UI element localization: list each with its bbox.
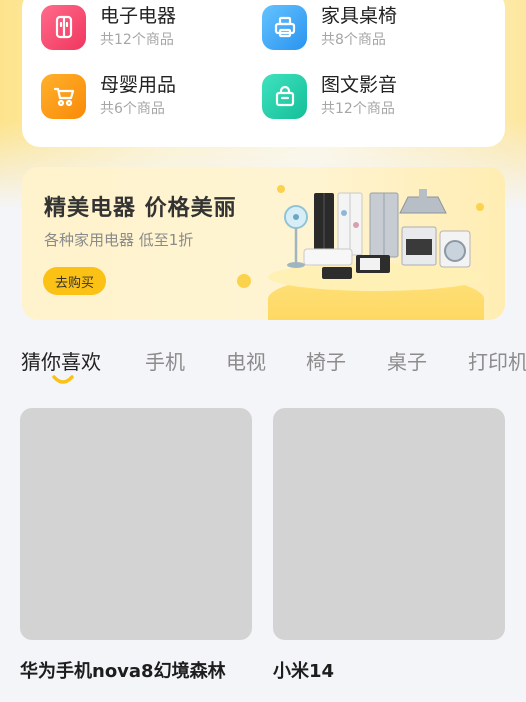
tab-phones[interactable]: 手机 [145,346,185,375]
category-name: 母婴用品 [100,74,177,96]
tab-chairs[interactable]: 椅子 [306,346,346,375]
product-name: 小米14 [273,661,335,682]
category-furniture[interactable]: 家具桌椅 共8个商品 [262,4,397,50]
promo-banner[interactable]: 精美电器 价格美丽 各种家用电器 低至1折 去购买 [22,167,505,320]
category-name: 电子电器 [100,5,177,27]
fridge-icon [41,4,86,50]
product-card[interactable]: 小米14 [273,408,505,683]
category-card: 电子电器 共12个商品 家具桌椅 共8个商品 母婴用品 共6个商品 图文影音 共… [22,0,505,147]
product-card[interactable]: 华为手机nova8幻境森林 [20,408,252,683]
printer-icon [262,4,307,50]
banner-subtitle: 各种家用电器 低至1折 [44,231,194,249]
stroller-icon [41,73,86,119]
home-appliances-illustration [284,189,471,279]
category-electronics[interactable]: 电子电器 共12个商品 [41,4,176,50]
category-name: 家具桌椅 [321,5,398,27]
tab-printers[interactable]: 打印机 [468,346,526,375]
decor-dot [237,274,251,288]
category-media[interactable]: 图文影音 共12个商品 [262,73,397,119]
tab-guess-you-like[interactable]: 猜你喜欢 [21,346,101,375]
category-count: 共12个商品 [321,101,395,117]
category-tabs: 猜你喜欢 手机 电视 椅子 桌子 打印机 [21,346,526,396]
tab-active-indicator [52,375,74,384]
category-count: 共8个商品 [321,32,386,48]
product-image[interactable] [20,408,252,640]
category-count: 共12个商品 [100,32,174,48]
category-name: 图文影音 [321,74,398,96]
tab-tables[interactable]: 桌子 [387,346,427,375]
category-baby[interactable]: 母婴用品 共6个商品 [41,73,176,119]
product-image[interactable] [273,408,505,640]
buy-button[interactable]: 去购买 [43,267,106,295]
tab-tv[interactable]: 电视 [226,346,266,375]
banner-title: 精美电器 价格美丽 [44,196,237,221]
category-count: 共6个商品 [100,101,165,117]
product-name: 华为手机nova8幻境森林 [20,661,226,682]
bag-icon [262,73,307,119]
